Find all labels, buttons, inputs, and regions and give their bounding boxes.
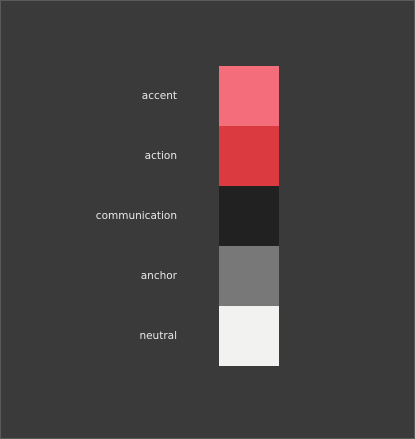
palette-row-anchor: anchor bbox=[0, 246, 415, 306]
swatch-label-communication: communication bbox=[95, 210, 177, 222]
swatch-accent bbox=[219, 66, 279, 126]
swatch-anchor bbox=[219, 246, 279, 306]
swatch-label-action: action bbox=[144, 150, 177, 162]
palette-row-neutral: neutral bbox=[0, 306, 415, 366]
swatch-label-accent: accent bbox=[141, 90, 177, 102]
swatch-neutral bbox=[219, 306, 279, 366]
palette-row-accent: accent bbox=[0, 66, 415, 126]
swatch-label-anchor: anchor bbox=[140, 270, 177, 282]
palette-row-communication: communication bbox=[0, 186, 415, 246]
swatch-action bbox=[219, 126, 279, 186]
palette-row-action: action bbox=[0, 126, 415, 186]
color-palette: accent action communication anchor neutr… bbox=[0, 66, 415, 366]
swatch-label-neutral: neutral bbox=[139, 330, 177, 342]
swatch-communication bbox=[219, 186, 279, 246]
